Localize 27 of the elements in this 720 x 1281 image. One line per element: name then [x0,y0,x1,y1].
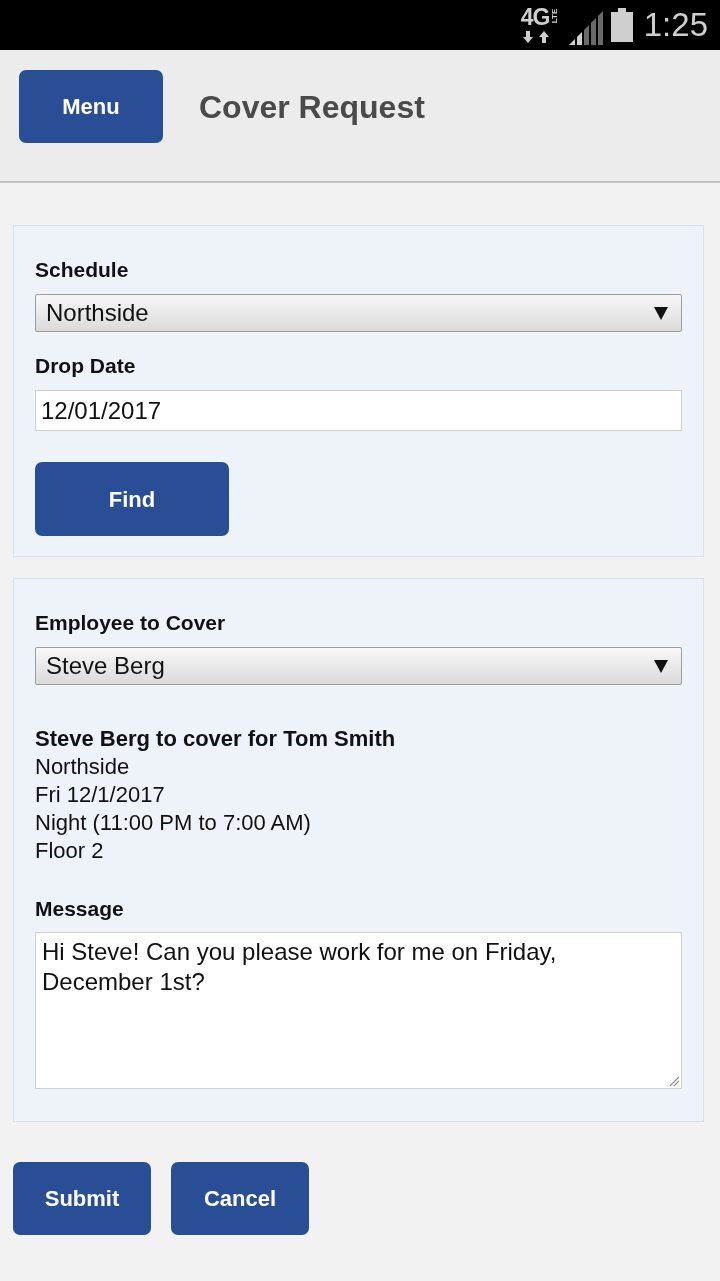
find-button[interactable]: Find [35,462,229,536]
caret-down-icon [654,659,668,673]
summary-heading: Steve Berg to cover for Tom Smith [35,725,397,753]
dropdown-field[interactable]: Northside [35,294,682,332]
summary-line: Night (11:00 PM to 7:00 AM) [35,809,312,837]
lte-label: LTE [551,8,560,24]
dropdown-field[interactable]: Steve Berg [35,647,682,685]
status-time: 1:25 [643,5,708,45]
message-text-area[interactable]: Hi Steve! Can you please work for me on Friday, December 1st? [35,932,682,1089]
date-input-field[interactable]: 12/01/2017 [35,390,682,431]
summary-line: Floor 2 [35,837,105,865]
menu-button[interactable]: Menu [19,70,163,143]
summary-line: Northside [35,753,131,781]
field-label: Employee to Cover [35,610,227,636]
field-label: Drop Date [35,353,137,379]
resize-handle-icon [669,1076,679,1086]
field-label: Schedule [35,257,130,283]
cancel-button[interactable]: Cancel [171,1162,309,1235]
network-type-label: 4G [520,5,550,29]
data-arrows-icon [522,31,549,43]
battery-icon [610,8,633,42]
field-label: Message [35,896,125,922]
signal-strength-icon [568,11,603,45]
summary-line: Fri 12/1/2017 [35,781,166,809]
submit-button[interactable]: Submit [13,1162,151,1235]
caret-down-icon [654,306,668,320]
page-title: Cover Request [199,87,425,127]
